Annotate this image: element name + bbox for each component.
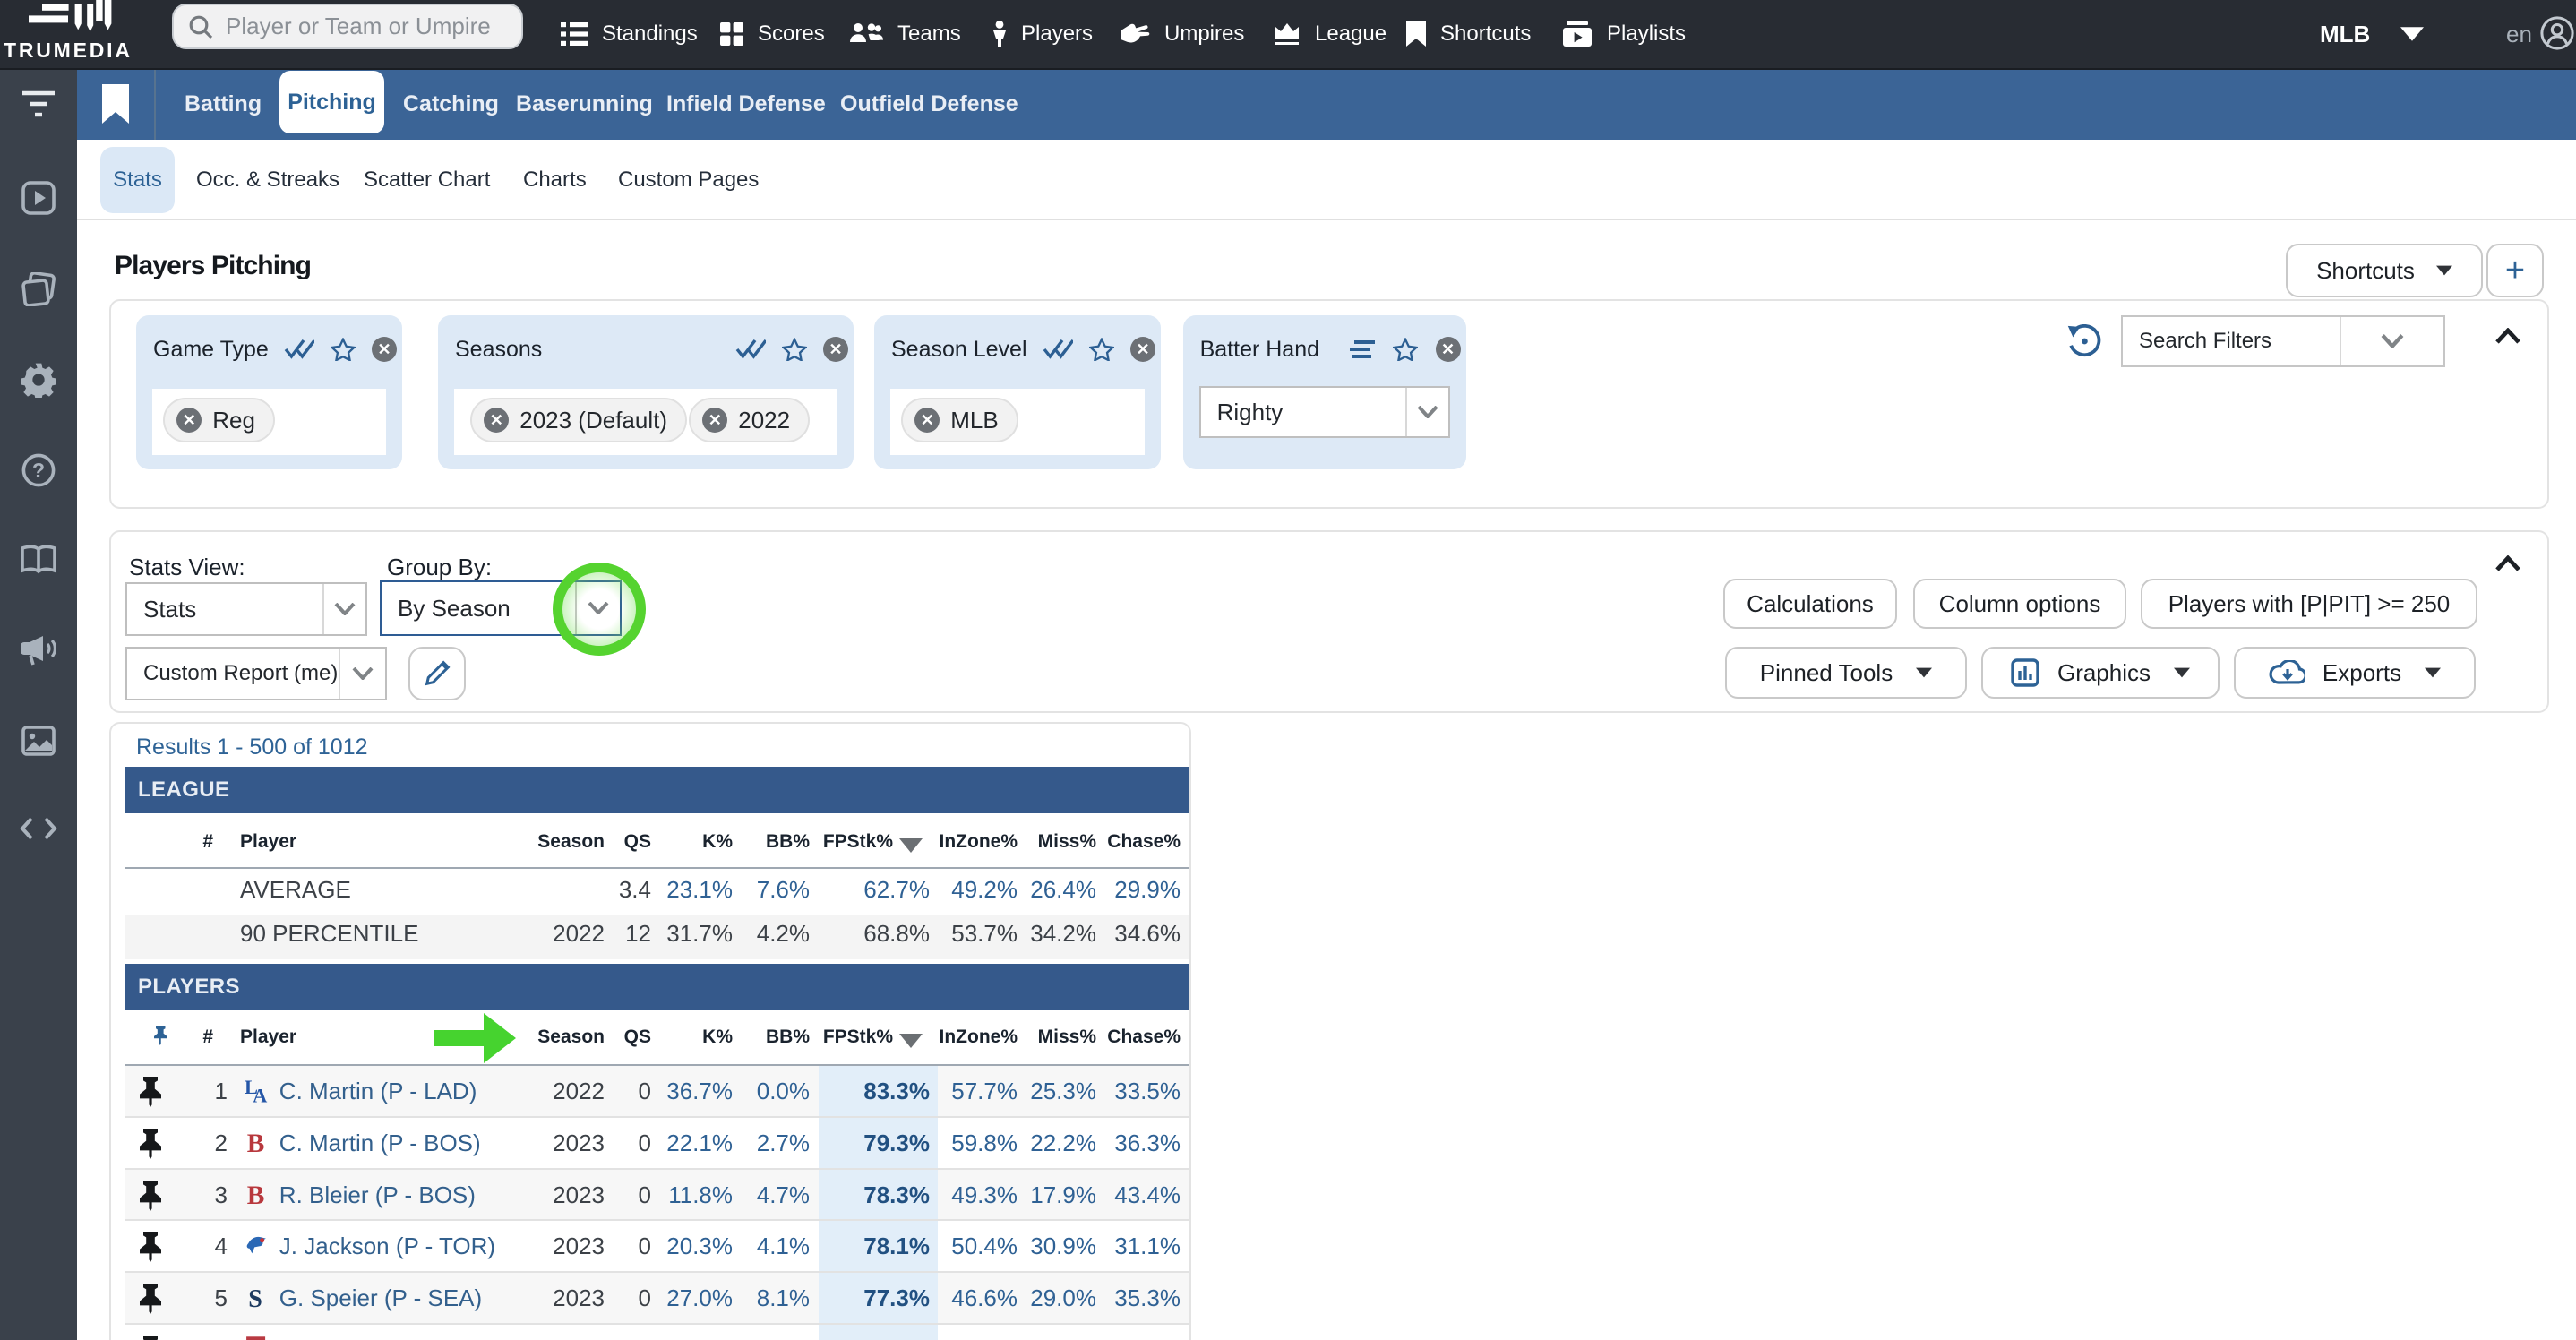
svg-text:B: B <box>247 1181 265 1209</box>
svg-text:A: A <box>253 1085 267 1107</box>
svg-text:S: S <box>248 1285 262 1313</box>
svg-text:B: B <box>247 1130 265 1158</box>
svg-text:?: ? <box>32 459 45 482</box>
